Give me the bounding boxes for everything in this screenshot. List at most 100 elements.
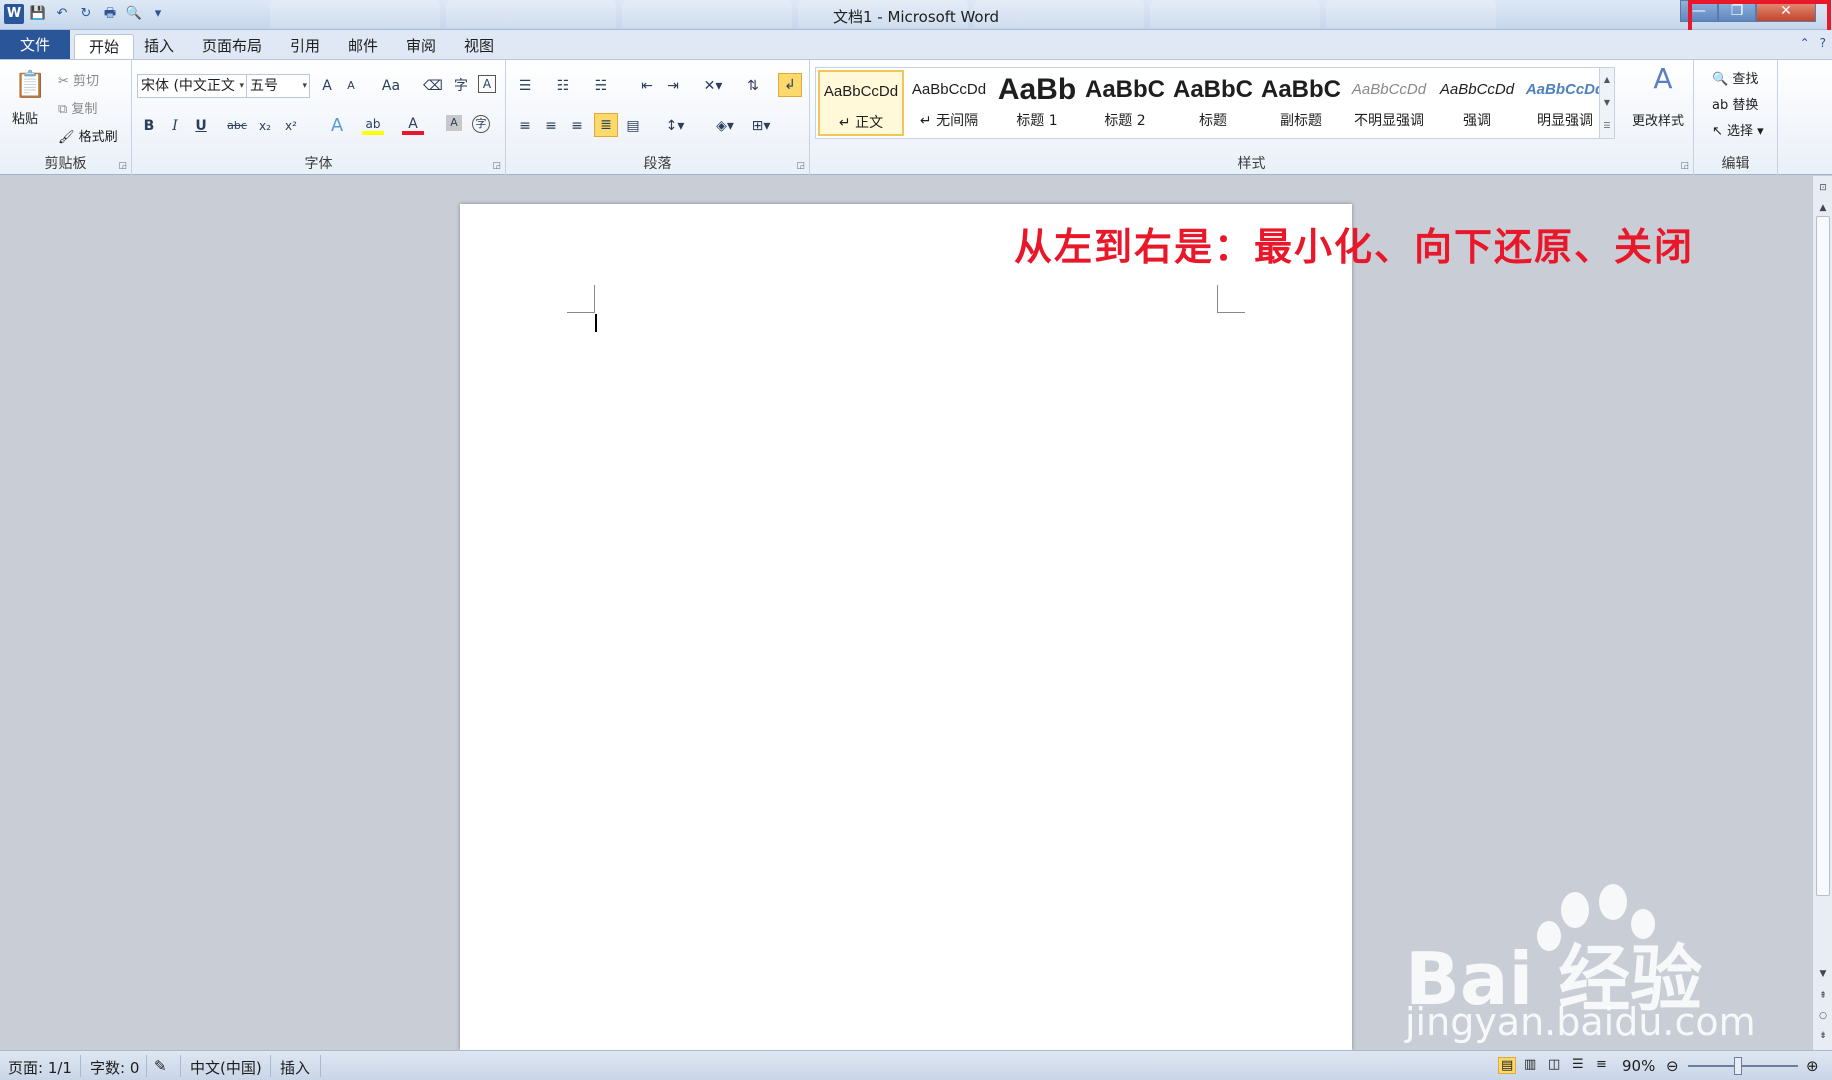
zoom-level[interactable]: 90% (1622, 1057, 1655, 1075)
ribbon-tab-row: 文件 开始 插入 页面布局 引用 邮件 审阅 视图 ⌃ ? (0, 30, 1832, 60)
distributed-icon[interactable]: ▤ (622, 115, 644, 137)
dialog-launcher-icon[interactable]: ◲ (1680, 161, 1689, 171)
style-title[interactable]: AaBbC 标题 (1170, 70, 1256, 136)
window-title: 文档1 - Microsoft Word (832, 8, 1000, 26)
underline-icon[interactable]: U (190, 115, 212, 137)
tab-review[interactable]: 审阅 (392, 34, 450, 60)
outline-view-icon[interactable]: ☰ (1572, 1057, 1584, 1072)
paste-button[interactable]: 粘贴 (12, 108, 38, 127)
superscript-icon[interactable]: x² (280, 115, 302, 137)
style-emphasis[interactable]: AaBbCcDd 强调 (1434, 70, 1520, 136)
justify-icon[interactable]: ≣ (594, 113, 618, 137)
enclose-characters-icon[interactable]: 字 (472, 115, 490, 133)
insert-mode-indicator[interactable]: 插入 (280, 1057, 310, 1078)
scrollbar-thumb[interactable] (1816, 216, 1830, 896)
format-painter-button[interactable]: 🖌 格式刷 (58, 126, 118, 145)
align-center-icon[interactable]: ≡ (540, 115, 562, 137)
minimize-ribbon-icon[interactable]: ⌃ (1800, 36, 1810, 50)
more-styles-icon[interactable]: ☰ (1600, 114, 1614, 137)
word-count[interactable]: 字数: 0 (90, 1057, 139, 1078)
dialog-launcher-icon[interactable]: ◲ (796, 161, 805, 171)
shading-icon[interactable]: ◈▾ (710, 115, 740, 137)
replace-button[interactable]: ab 替换 (1712, 94, 1758, 113)
bullets-icon[interactable]: ☰ (514, 75, 536, 97)
tab-view[interactable]: 视图 (450, 34, 508, 60)
sort-icon[interactable]: ⇅ (742, 75, 764, 97)
tab-home[interactable]: 开始 (74, 34, 135, 60)
style-subtitle[interactable]: AaBbC 副标题 (1258, 70, 1344, 136)
language-indicator[interactable]: 中文(中国) (190, 1057, 262, 1078)
style-intense-emphasis[interactable]: AaBbCcDd 明显强调 (1522, 70, 1608, 136)
change-styles-button[interactable]: 更改样式 (1632, 110, 1684, 129)
ruler-toggle-icon[interactable]: ⊡ (1815, 180, 1831, 196)
styles-gallery-scroll[interactable]: ▲ ▼ ☰ (1599, 67, 1615, 139)
text-effects-icon[interactable]: A (326, 115, 348, 137)
full-screen-reading-icon[interactable]: ▥ (1524, 1057, 1536, 1072)
align-left-icon[interactable]: ≡ (514, 115, 536, 137)
copy-button[interactable]: ⧉ 复制 (58, 98, 97, 117)
dialog-launcher-icon[interactable]: ◲ (118, 161, 127, 171)
italic-icon[interactable]: I (164, 115, 186, 137)
shrink-font-icon[interactable]: A (340, 75, 362, 97)
baidu-watermark: Bai 经验 jingyan.baidu.com (1395, 880, 1832, 1050)
find-button[interactable]: 🔍 查找 (1712, 68, 1758, 87)
subscript-icon[interactable]: x₂ (254, 115, 276, 137)
highlight-icon[interactable]: ab (362, 115, 384, 135)
dialog-launcher-icon[interactable]: ◲ (492, 161, 501, 171)
tab-file[interactable]: 文件 (0, 30, 70, 60)
character-shading-icon[interactable]: A (446, 115, 462, 131)
font-group-label: 字体 (304, 156, 333, 172)
clear-format-icon[interactable]: ⌫ (422, 75, 444, 97)
grow-font-icon[interactable]: A (316, 75, 338, 97)
help-icon[interactable]: ? (1820, 36, 1826, 50)
select-button[interactable]: ↖ 选择 ▾ (1712, 120, 1764, 139)
style-subtle-emphasis[interactable]: AaBbCcDd 不明显强调 (1346, 70, 1432, 136)
chevron-up-icon[interactable]: ▲ (1600, 68, 1614, 91)
zoom-slider-thumb[interactable] (1734, 1057, 1742, 1075)
clipboard-group-label: 剪贴板 (44, 156, 87, 172)
font-name-dropdown[interactable]: 宋体 (中文正文 ▾ (137, 74, 247, 98)
show-formatting-marks-icon[interactable]: ↲ (778, 73, 802, 97)
ribbon: 📋 粘贴 ✂ 剪切 ⧉ 复制 🖌 格式刷 剪贴板 ◲ 宋体 (中文正文 ▾ 五号 ▾… (0, 59, 1832, 176)
bold-icon[interactable]: B (138, 115, 160, 137)
font-color-icon[interactable]: A (402, 115, 424, 135)
tab-page-layout[interactable]: 页面布局 (188, 34, 276, 60)
zoom-in-icon[interactable]: ⊕ (1806, 1057, 1819, 1075)
page-count[interactable]: 页面: 1/1 (8, 1057, 72, 1078)
chinese-layout-icon[interactable]: ✕▾ (698, 75, 728, 97)
multilevel-list-icon[interactable]: ☵ (590, 75, 612, 97)
numbering-icon[interactable]: ☷ (552, 75, 574, 97)
draft-view-icon[interactable]: ≡ (1596, 1057, 1607, 1072)
chevron-down-icon[interactable]: ▼ (1600, 91, 1614, 114)
style-heading-2[interactable]: AaBbC 标题 2 (1082, 70, 1168, 136)
status-divider (80, 1055, 81, 1077)
borders-icon[interactable]: ⊞▾ (746, 115, 776, 137)
style-normal[interactable]: AaBbCcDd ↵ 正文 (818, 70, 904, 136)
styles-group-label: 样式 (1237, 156, 1266, 172)
line-spacing-icon[interactable]: ↕▾ (660, 115, 690, 137)
zoom-slider-track[interactable] (1688, 1065, 1798, 1067)
style-no-spacing[interactable]: AaBbCcDd ↵ 无间隔 (906, 70, 992, 136)
decrease-indent-icon[interactable]: ⇤ (636, 75, 658, 97)
strikethrough-icon[interactable]: abc (224, 115, 250, 137)
print-layout-view-icon[interactable]: ▤ (1498, 1057, 1517, 1074)
character-border-icon[interactable]: A (478, 75, 496, 93)
cut-button[interactable]: ✂ 剪切 (58, 70, 99, 89)
change-styles-icon[interactable]: A (1648, 65, 1678, 102)
phonetic-guide-icon[interactable]: 字 (450, 75, 472, 97)
align-right-icon[interactable]: ≡ (566, 115, 588, 137)
style-heading-1[interactable]: AaBb 标题 1 (994, 70, 1080, 136)
tab-insert[interactable]: 插入 (130, 34, 188, 60)
web-layout-icon[interactable]: ◫ (1548, 1057, 1560, 1072)
paragraph-group-label: 段落 (643, 156, 672, 172)
tab-references[interactable]: 引用 (276, 34, 334, 60)
increase-indent-icon[interactable]: ⇥ (662, 75, 684, 97)
scroll-up-icon[interactable]: ▲ (1815, 200, 1831, 216)
tab-mailings[interactable]: 邮件 (334, 34, 392, 60)
zoom-out-icon[interactable]: ⊖ (1666, 1057, 1679, 1075)
font-size-dropdown[interactable]: 五号 ▾ (246, 74, 310, 98)
change-case-icon[interactable]: Aa (376, 75, 406, 97)
proofing-icon[interactable]: ✎ (154, 1057, 167, 1075)
document-page[interactable] (460, 204, 1352, 1050)
paste-icon[interactable]: 📋 (14, 68, 46, 102)
